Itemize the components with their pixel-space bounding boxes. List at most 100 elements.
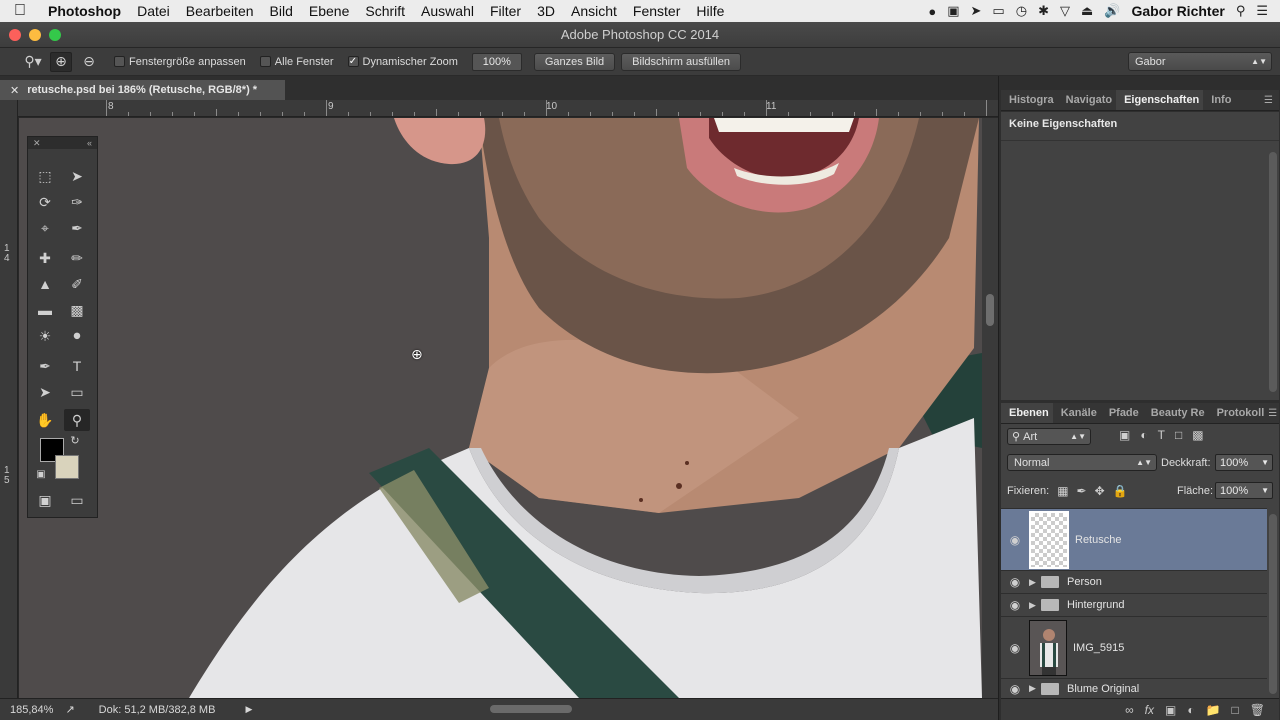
filter-smartobject-icon[interactable]: ▩	[1192, 428, 1203, 442]
chevron-right-icon[interactable]: ▶	[1029, 577, 1041, 588]
workspace-select[interactable]: Gabor ▲▼	[1128, 52, 1272, 71]
eye-icon[interactable]: ◉	[1001, 575, 1029, 589]
menu-bild[interactable]: Bild	[262, 3, 301, 19]
pen-tool-icon[interactable]: ✒	[32, 355, 58, 377]
clone-stamp-tool-icon[interactable]: ▲	[32, 273, 58, 295]
chevron-down-icon[interactable]: ▼	[1261, 458, 1269, 467]
zoom-tool-preset-icon[interactable]: ⚲▾	[22, 52, 44, 72]
zoom-window-button[interactable]	[49, 29, 61, 41]
user-name[interactable]: Gabor Richter	[1131, 3, 1224, 19]
export-icon[interactable]: ↗	[65, 703, 74, 716]
chevron-right-icon[interactable]: ▶	[1029, 683, 1041, 694]
new-group-icon[interactable]: 📁	[1206, 703, 1221, 717]
chevron-right-icon[interactable]: ▶	[1029, 600, 1041, 611]
menu-ansicht[interactable]: Ansicht	[563, 3, 625, 19]
minimize-window-button[interactable]	[29, 29, 41, 41]
marquee-tool-icon[interactable]: ⬚	[32, 165, 58, 187]
default-colors-icon[interactable]: ▣	[34, 467, 48, 481]
horizontal-scroll-thumb[interactable]	[490, 705, 572, 713]
collapse-panel-icon[interactable]: «	[87, 138, 92, 148]
eyedropper-tool-icon[interactable]: ✒	[64, 217, 90, 239]
eraser-tool-icon[interactable]: ▬	[32, 299, 58, 321]
move-tool-icon[interactable]: ➤	[64, 165, 90, 187]
eye-icon[interactable]: ◉	[1001, 598, 1029, 612]
tab-histogramm[interactable]: Histogra	[1001, 94, 1058, 110]
filter-shape-icon[interactable]: □	[1175, 428, 1182, 442]
quick-mask-icon[interactable]: ▣	[32, 489, 58, 511]
document-canvas[interactable]: ⊕	[19, 118, 982, 698]
menu-app-photoshop[interactable]: Photoshop	[40, 3, 129, 19]
all-windows-box[interactable]	[259, 56, 271, 67]
link-layers-icon[interactable]: ∞	[1125, 703, 1134, 717]
lock-image-icon[interactable]: ✒	[1077, 484, 1087, 498]
lock-all-icon[interactable]: 🔒	[1113, 484, 1128, 498]
crop-tool-icon[interactable]: ⌖	[32, 217, 58, 239]
fill-screen-button[interactable]: Bildschirm ausfüllen	[621, 52, 741, 71]
menu-datei[interactable]: Datei	[129, 3, 178, 19]
menu-bearbeiten[interactable]: Bearbeiten	[178, 3, 262, 19]
eye-icon[interactable]: ◉	[1001, 682, 1029, 696]
menu-3d[interactable]: 3D	[529, 3, 563, 19]
tab-kanaele[interactable]: Kanäle	[1053, 407, 1101, 423]
tab-ebenen[interactable]: Ebenen	[1001, 403, 1053, 423]
eye-icon[interactable]: ◉	[1001, 533, 1029, 547]
eject-icon[interactable]: ⏏	[1081, 3, 1093, 19]
layer-row-person[interactable]: ◉ ▶ Person	[1001, 570, 1267, 593]
panel-menu-icon[interactable]: ☰	[1264, 95, 1279, 110]
layer-row-blume-original[interactable]: ◉ ▶ Blume Original	[1001, 678, 1267, 698]
layer-row-hintergrund[interactable]: ◉ ▶ Hintergrund	[1001, 593, 1267, 616]
menu-fenster[interactable]: Fenster	[625, 3, 688, 19]
lock-transparency-icon[interactable]: ▦	[1057, 484, 1068, 498]
chevron-down-icon[interactable]: ▼	[1261, 486, 1269, 495]
filter-type-icon[interactable]: T	[1158, 428, 1165, 442]
filter-adjustment-icon[interactable]: ◐	[1140, 428, 1147, 442]
tools-panel-header[interactable]: ✕ «	[28, 137, 97, 149]
layer-row-img-5915[interactable]: ◉ IMG_5915	[1001, 616, 1267, 678]
volume-icon[interactable]: 🔊	[1104, 3, 1120, 19]
layer-style-icon[interactable]: fx	[1145, 703, 1154, 717]
tab-protokoll[interactable]: Protokoll	[1209, 407, 1269, 423]
close-panel-icon[interactable]: ✕	[33, 138, 41, 149]
vertical-scroll-thumb[interactable]	[986, 294, 994, 326]
tab-info[interactable]: Info	[1203, 94, 1235, 110]
arrows-icon[interactable]: ➤	[971, 3, 982, 19]
time-machine-icon[interactable]: ◷	[1016, 3, 1027, 19]
tab-pfade[interactable]: Pfade	[1101, 407, 1143, 423]
type-tool-icon[interactable]: T	[64, 355, 90, 377]
swap-colors-icon[interactable]: ↻	[68, 433, 82, 447]
path-selection-tool-icon[interactable]: ➤	[32, 381, 58, 403]
dynamic-zoom-box[interactable]: ✓	[347, 56, 359, 67]
rectangle-tool-icon[interactable]: ▭	[64, 381, 90, 403]
ruler-vertical[interactable]: 1 4 1 5	[0, 100, 18, 698]
layer-filter-select[interactable]: ⚲ Art ▲▼	[1007, 428, 1091, 445]
background-color-swatch[interactable]	[55, 455, 79, 479]
menu-hilfe[interactable]: Hilfe	[688, 3, 732, 19]
hand-tool-icon[interactable]: ✋	[32, 409, 58, 431]
layer-row-retusche[interactable]: ◉ Retusche	[1001, 508, 1267, 570]
all-windows-checkbox[interactable]: Alle Fenster	[259, 56, 334, 68]
filter-pixel-icon[interactable]: ▣	[1119, 428, 1130, 442]
blur-tool-icon[interactable]: ☀	[32, 325, 58, 347]
whole-image-button[interactable]: Ganzes Bild	[533, 52, 616, 71]
trash-icon[interactable]: 🗑	[1250, 703, 1265, 717]
add-mask-icon[interactable]: ▣	[1165, 703, 1176, 717]
menu-auswahl[interactable]: Auswahl	[413, 3, 482, 19]
spotlight-icon[interactable]: ⚲	[1236, 3, 1246, 19]
vertical-scrollbar[interactable]	[982, 118, 998, 698]
screen-mode-icon[interactable]: ▭	[64, 489, 90, 511]
bluetooth-icon[interactable]: ✱	[1038, 3, 1049, 19]
ruler-horizontal[interactable]: 8 9 10 11	[18, 100, 998, 117]
eye-icon[interactable]: ◉	[1001, 641, 1029, 655]
healing-brush-tool-icon[interactable]: ✚	[32, 247, 58, 269]
quick-selection-tool-icon[interactable]: ✑	[64, 191, 90, 213]
dynamic-zoom-checkbox[interactable]: ✓ Dynamischer Zoom	[347, 56, 458, 68]
blend-mode-select[interactable]: Normal ▲▼	[1007, 454, 1157, 471]
brush-tool-icon[interactable]: ✏	[64, 247, 90, 269]
document-tab[interactable]: ✕ retusche.psd bei 186% (Retusche, RGB/8…	[0, 80, 285, 100]
airplay-icon[interactable]: ▭	[992, 3, 1004, 19]
apple-menu-icon[interactable]: 	[0, 2, 40, 20]
panel-menu-icon[interactable]: ☰	[1268, 408, 1280, 423]
history-brush-tool-icon[interactable]: ✐	[64, 273, 90, 295]
close-window-button[interactable]	[9, 29, 21, 41]
notification-icon[interactable]: ☰	[1256, 3, 1268, 19]
